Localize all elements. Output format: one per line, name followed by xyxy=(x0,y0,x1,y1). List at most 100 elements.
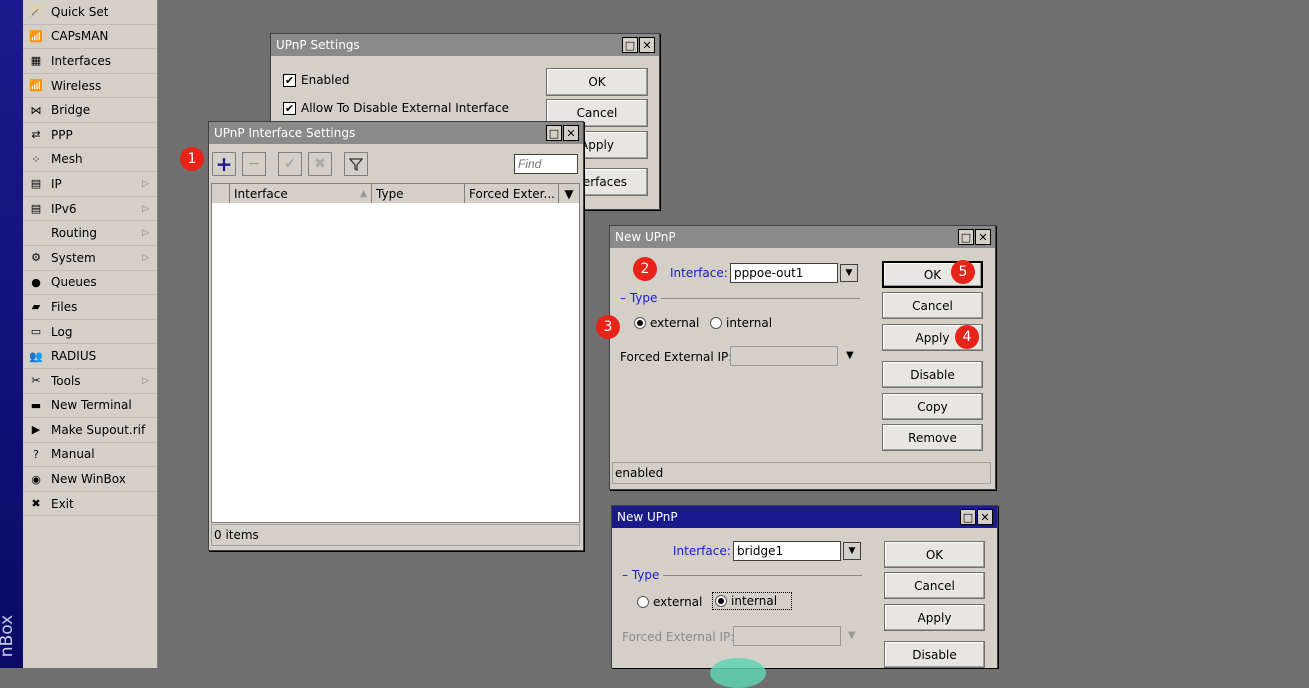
remove-button[interactable]: − xyxy=(242,152,266,176)
menu-item-system[interactable]: ⚙ System ▷ xyxy=(23,246,157,271)
disable-button[interactable]: Disable xyxy=(882,361,983,388)
menu-item-capsman[interactable]: 📶 CAPsMAN xyxy=(23,25,157,50)
disable-button[interactable]: ✖ xyxy=(308,152,332,176)
chevron-down-icon: ▼ xyxy=(848,546,856,556)
submenu-arrow-icon: ▷ xyxy=(142,203,149,214)
column-header-type[interactable]: Type xyxy=(372,184,465,203)
enable-button[interactable]: ✔ xyxy=(278,152,302,176)
close-icon[interactable]: ✕ xyxy=(563,125,579,141)
menu-item-interfaces[interactable]: ▦ Interfaces xyxy=(23,49,157,74)
enabled-checkbox[interactable]: ✔ xyxy=(283,73,296,87)
add-button[interactable]: + xyxy=(212,152,236,176)
forced-ip-dropdown-icon[interactable]: ▼ xyxy=(846,350,854,361)
enabled-checkbox-row[interactable]: ✔ Enabled xyxy=(283,73,350,87)
tools-icon: ✂ xyxy=(31,374,41,388)
window-title: New UPnP xyxy=(615,230,676,244)
external-radio-option[interactable]: external xyxy=(637,595,702,609)
new-upnp-titlebar[interactable]: New UPnP xyxy=(610,226,995,248)
ok-button[interactable]: OK xyxy=(546,68,648,96)
internal-radio-option[interactable]: internal xyxy=(712,592,793,610)
cancel-button[interactable]: Cancel xyxy=(882,292,983,319)
new-upnp-window-1: New UPnP □ ✕ Interface: pppoe-out1 ▼ – Ty… xyxy=(609,225,996,490)
menu-item-tools[interactable]: ✂ Tools ▷ xyxy=(23,369,157,394)
menu-item-label: Log xyxy=(51,324,73,339)
menu-item-wireless[interactable]: 📶 Wireless xyxy=(23,74,157,99)
maximize-icon[interactable]: □ xyxy=(958,229,974,245)
interface-dropdown-button[interactable]: ▼ xyxy=(843,542,861,560)
menu-item-quick-set[interactable]: 🪄 Quick Set xyxy=(23,0,157,25)
close-icon[interactable]: ✕ xyxy=(977,509,993,525)
forced-ip-field[interactable] xyxy=(733,626,841,646)
upnp-settings-titlebar[interactable]: UPnP Settings xyxy=(271,34,659,56)
interface-field[interactable]: pppoe-out1 xyxy=(730,263,838,283)
external-radio[interactable] xyxy=(637,596,649,608)
menu-item-log[interactable]: ▭ Log xyxy=(23,320,157,345)
allow-disable-checkbox-row[interactable]: ✔ Allow To Disable External Interface xyxy=(283,101,509,115)
allow-disable-checkbox[interactable]: ✔ xyxy=(283,101,296,115)
window-title: UPnP Interface Settings xyxy=(214,126,356,140)
remove-button[interactable]: Remove xyxy=(882,424,983,451)
menu-item-label: Make Supout.rif xyxy=(51,422,146,437)
new-upnp-titlebar[interactable]: New UPnP xyxy=(612,506,997,528)
forced-ip-label: Forced External IP: xyxy=(622,630,735,644)
column-header-interface[interactable]: Interface ▲ xyxy=(230,184,372,203)
menu-item-label: IP xyxy=(51,176,62,191)
menu-item-manual[interactable]: ? Manual xyxy=(23,443,157,468)
menu-item-ppp[interactable]: ⇄ PPP xyxy=(23,123,157,148)
menu-item-label: System xyxy=(51,250,96,265)
menu-item-label: Routing xyxy=(51,226,98,241)
menu-item-queues[interactable]: ● Queues xyxy=(23,271,157,296)
filter-button[interactable] xyxy=(344,152,368,176)
folder-icon: ▰ xyxy=(31,300,41,314)
maximize-icon[interactable]: □ xyxy=(960,509,976,525)
forced-ip-field[interactable] xyxy=(730,346,838,366)
internal-radio[interactable] xyxy=(715,595,727,607)
copy-button[interactable]: Copy xyxy=(882,393,983,420)
menu-item-label: IPv6 xyxy=(51,201,77,216)
menu-item-label: CAPsMAN xyxy=(51,29,109,44)
menu-item-routing[interactable]: Routing ▷ xyxy=(23,221,157,246)
internal-radio[interactable] xyxy=(710,317,722,329)
ok-button[interactable]: OK xyxy=(884,541,985,568)
supout-icon: ▶ xyxy=(31,423,41,437)
column-menu-button[interactable]: ▼ xyxy=(559,184,580,203)
external-radio[interactable] xyxy=(634,317,646,329)
cancel-button[interactable]: Cancel xyxy=(884,572,985,599)
bridge-icon: ⋈ xyxy=(30,103,42,117)
menu-item-make-supout-rif[interactable]: ▶ Make Supout.rif xyxy=(23,418,157,443)
column-header-forced[interactable]: Forced Exter... xyxy=(465,184,559,203)
close-icon[interactable]: ✕ xyxy=(639,37,655,53)
disable-button[interactable]: Disable xyxy=(884,641,985,668)
forced-ip-dropdown-icon[interactable]: ▼ xyxy=(848,630,856,641)
menu-item-new-winbox[interactable]: ◉ New WinBox xyxy=(23,467,157,492)
menu-item-mesh[interactable]: ⁘ Mesh xyxy=(23,148,157,173)
apply-button[interactable]: Apply xyxy=(884,604,985,631)
menu-item-ip[interactable]: ▤ IP ▷ xyxy=(23,172,157,197)
upnp-interface-titlebar[interactable]: UPnP Interface Settings xyxy=(209,122,583,144)
item-count: 0 items xyxy=(214,528,259,542)
maximize-icon[interactable]: □ xyxy=(622,37,638,53)
external-radio-option[interactable]: external xyxy=(634,316,699,330)
find-input[interactable] xyxy=(514,154,578,174)
menu-item-bridge[interactable]: ⋈ Bridge xyxy=(23,98,157,123)
menu-item-exit[interactable]: ✖ Exit xyxy=(23,492,157,517)
allow-disable-label: Allow To Disable External Interface xyxy=(301,101,509,115)
terminal-icon: ▬ xyxy=(30,398,42,412)
queues-icon: ● xyxy=(31,275,41,289)
internal-radio-option[interactable]: internal xyxy=(710,316,772,330)
maximize-icon[interactable]: □ xyxy=(546,125,562,141)
internal-label: internal xyxy=(726,316,773,330)
status-text: enabled xyxy=(615,466,664,480)
log-icon: ▭ xyxy=(30,325,42,339)
menu-item-radius[interactable]: 👥 RADIUS xyxy=(23,344,157,369)
menu-item-files[interactable]: ▰ Files xyxy=(23,295,157,320)
menu-item-new-terminal[interactable]: ▬ New Terminal xyxy=(23,394,157,419)
radius-icon: 👥 xyxy=(29,349,43,363)
internal-label: internal xyxy=(731,594,778,608)
close-icon[interactable]: ✕ xyxy=(975,229,991,245)
capsman-icon: 📶 xyxy=(29,29,43,43)
menu-item-label: Quick Set xyxy=(51,4,109,19)
interface-field[interactable]: bridge1 xyxy=(733,541,841,561)
menu-item-ipv6[interactable]: ▤ IPv6 ▷ xyxy=(23,197,157,222)
interface-dropdown-button[interactable]: ▼ xyxy=(840,264,858,282)
